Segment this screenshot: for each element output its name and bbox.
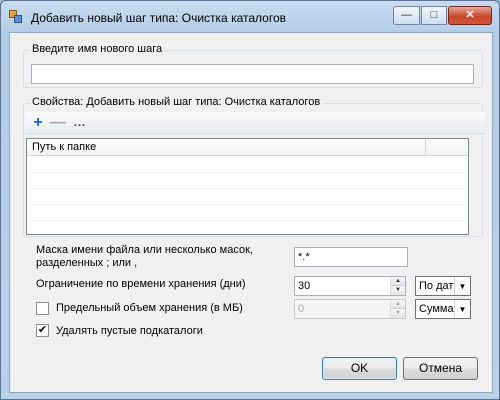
app-icon[interactable]	[9, 10, 23, 24]
retention-days-value: 30	[298, 280, 311, 292]
spin-up-icon[interactable]: ▲	[391, 277, 405, 286]
retention-size-checkbox[interactable]	[36, 302, 49, 315]
retention-size-label: Предельный объем хранения (в МБ)	[56, 302, 243, 314]
properties-legend: Свойства: Добавить новый шаг типа: Очист…	[30, 96, 323, 108]
grid-header: Путь к папке	[27, 139, 468, 156]
retention-days-spin-buttons: ▲ ▼	[390, 277, 405, 295]
empty-grid-row	[27, 205, 468, 221]
remove-icon[interactable]: —	[49, 114, 67, 132]
spin-down-icon[interactable]: ▼	[391, 309, 405, 318]
column-header-empty	[426, 139, 468, 156]
retention-size-spin-buttons: ▲ ▼	[390, 300, 405, 318]
mask-field[interactable]	[294, 247, 408, 267]
column-header-folder-path[interactable]: Путь к папке	[27, 139, 426, 156]
step-name-input[interactable]	[32, 65, 473, 83]
retention-days-stepper[interactable]: 30 ▲ ▼	[294, 276, 406, 296]
add-icon[interactable]: +	[29, 114, 47, 132]
empty-grid-row	[27, 189, 468, 205]
cancel-button[interactable]: Отмена	[403, 357, 478, 380]
dialog-window: Добавить новый шаг типа: Очистка каталог…	[0, 0, 500, 400]
spin-down-icon[interactable]: ▼	[391, 286, 405, 295]
chevron-down-icon[interactable]: ▼	[454, 300, 470, 318]
spin-up-icon[interactable]: ▲	[391, 300, 405, 309]
retention-time-mode-value: По дат	[419, 280, 454, 292]
step-name-group: Введите имя нового шага	[23, 43, 483, 88]
dialog-client-area: Введите имя нового шага Свойства: Добави…	[9, 32, 493, 393]
folder-paths-grid[interactable]: Путь к папке	[26, 138, 469, 235]
retention-size-stepper[interactable]: 0 ▲ ▼	[294, 299, 406, 319]
properties-group: Свойства: Добавить новый шаг типа: Очист…	[23, 96, 485, 237]
app-icon-square-front	[14, 15, 22, 23]
maximize-button[interactable]: □	[421, 6, 447, 25]
retention-time-label: Ограничение по времени хранения (дни)	[36, 278, 246, 290]
window-title: Добавить новый шаг типа: Очистка каталог…	[31, 11, 286, 25]
empty-grid-row	[27, 173, 468, 189]
step-name-field[interactable]	[31, 64, 474, 84]
delete-empty-label: Удалять пустые подкаталоги	[56, 325, 203, 337]
delete-empty-checkbox[interactable]: ✔	[36, 324, 49, 337]
minimize-button[interactable]: —	[393, 6, 420, 25]
empty-grid-row	[27, 157, 468, 173]
close-button[interactable]: ✕	[448, 6, 492, 25]
retention-time-mode-select[interactable]: По дат ▼	[415, 276, 471, 296]
ok-button[interactable]: OK	[322, 357, 397, 380]
mask-input[interactable]	[295, 248, 407, 266]
more-options-button[interactable]: ...	[71, 114, 89, 132]
retention-size-mode-select[interactable]: Сумма ▼	[415, 299, 471, 319]
properties-toolbar: + — ...	[25, 112, 485, 134]
retention-size-value: 0	[298, 303, 305, 315]
mask-label: Маска имени файла или несколько масок, р…	[36, 244, 253, 269]
step-name-legend: Введите имя нового шага	[30, 43, 165, 55]
title-bar[interactable]: Добавить новый шаг типа: Очистка каталог…	[1, 1, 499, 33]
chevron-down-icon[interactable]: ▼	[454, 277, 470, 295]
retention-size-mode-value: Сумма	[419, 303, 454, 315]
